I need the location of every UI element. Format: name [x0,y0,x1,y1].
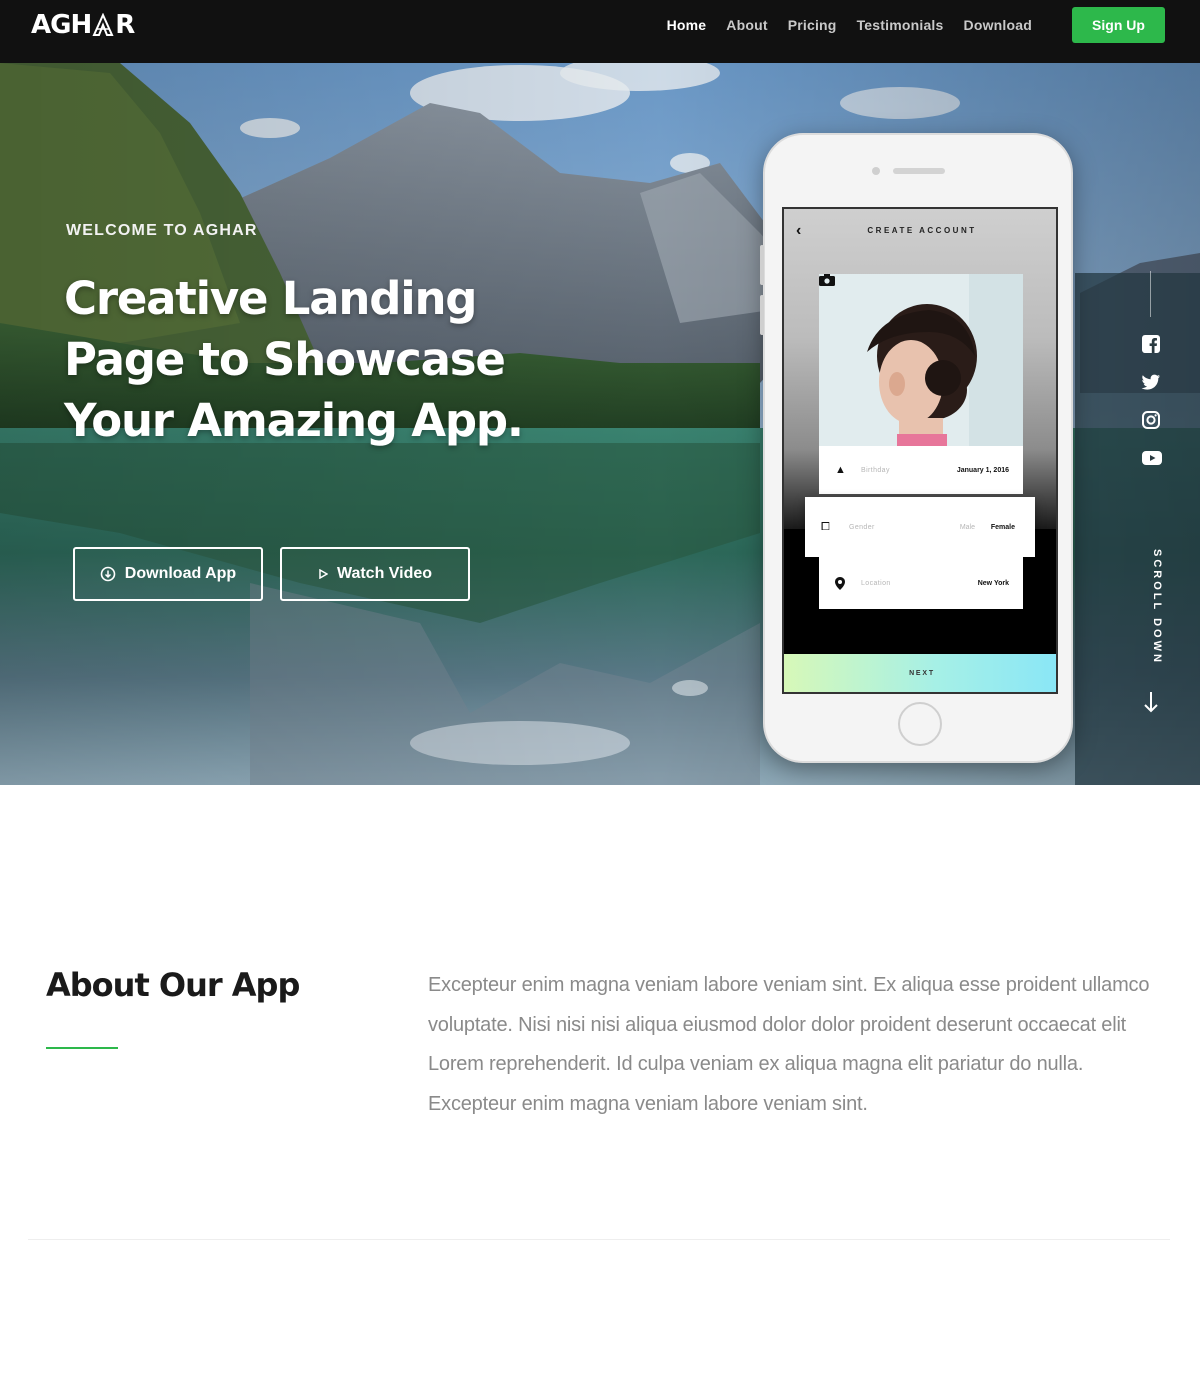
social-divider-line [1150,271,1151,317]
youtube-icon[interactable] [1141,448,1162,468]
nav-link-home[interactable]: Home [657,15,717,35]
phone-home-button [898,702,942,746]
hero-headline: Creative Landing Page to Showcase Your A… [64,272,524,447]
birthday-field[interactable]: ▲ Birthday January 1, 2016 [819,446,1023,494]
navbar: AGH R Home About Pricing Testimonials Do… [0,0,1200,63]
download-app-button[interactable]: Download App [73,547,263,601]
hero-eyebrow: WELCOME TO AGHAR [66,222,258,239]
logo[interactable]: AGH R [31,10,135,40]
arrow-down-icon[interactable] [1142,691,1160,713]
gender-option-female[interactable]: Female [991,524,1015,531]
instagram-icon[interactable] [1141,410,1161,430]
play-icon [319,569,328,579]
camera-icon[interactable] [819,274,835,286]
gender-option-male[interactable]: Male [960,524,975,531]
screen-title: CREATE ACCOUNT [867,226,977,235]
profile-photo-woman [819,274,1023,446]
location-field[interactable]: Location New York [819,557,1023,609]
next-button[interactable]: NEXT [784,654,1056,692]
birthday-label: Birthday [861,466,890,474]
nav-link-about[interactable]: About [716,15,777,35]
hero-section: WELCOME TO AGHAR Creative Landing Page t… [0,63,1200,785]
watch-video-button[interactable]: Watch Video [280,547,470,601]
section-divider [28,1239,1170,1240]
profile-photo [819,274,1023,446]
watch-video-label: Watch Video [336,565,433,582]
location-value: New York [977,579,1009,587]
sign-up-button[interactable]: Sign Up [1072,7,1165,43]
gender-field[interactable]: ⧠ Gender Male Female [805,497,1035,557]
phone-screen: ‹ CREATE ACCOUNT ▲ Birthday January 1, 2… [782,207,1058,694]
nav-link-testimonials[interactable]: Testimonials [847,15,954,35]
location-pin-icon [835,577,845,590]
phone-volume-button [760,245,764,285]
gender-icon: ⧠ [821,520,830,533]
download-app-label: Download App [124,565,237,582]
about-title-underline [46,1047,118,1049]
scroll-down-label[interactable]: SCROLL DOWN [1151,549,1163,665]
social-links [1140,334,1162,468]
nav-link-pricing[interactable]: Pricing [778,15,847,35]
phone-mockup: ‹ CREATE ACCOUNT ▲ Birthday January 1, 2… [760,133,1073,763]
about-title: About Our App [46,966,300,1004]
twitter-icon[interactable] [1141,372,1161,392]
location-label: Location [861,579,891,587]
logo-text-right: R [115,10,135,40]
logo-a-mark-icon [92,13,114,36]
phone-camera [872,167,880,175]
gender-label: Gender [849,523,875,531]
logo-text-left: AGH [31,10,92,40]
cake-icon: ▲ [835,464,846,476]
phone-volume-button [760,295,764,335]
download-circle-icon [100,566,116,582]
phone-speaker [893,168,945,174]
birthday-value: January 1, 2016 [956,466,1009,474]
main-nav: Home About Pricing Testimonials Download [657,15,1042,35]
facebook-icon[interactable] [1141,334,1161,354]
about-body: Excepteur enim magna veniam labore venia… [428,974,1150,1115]
nav-link-download[interactable]: Download [954,15,1042,35]
